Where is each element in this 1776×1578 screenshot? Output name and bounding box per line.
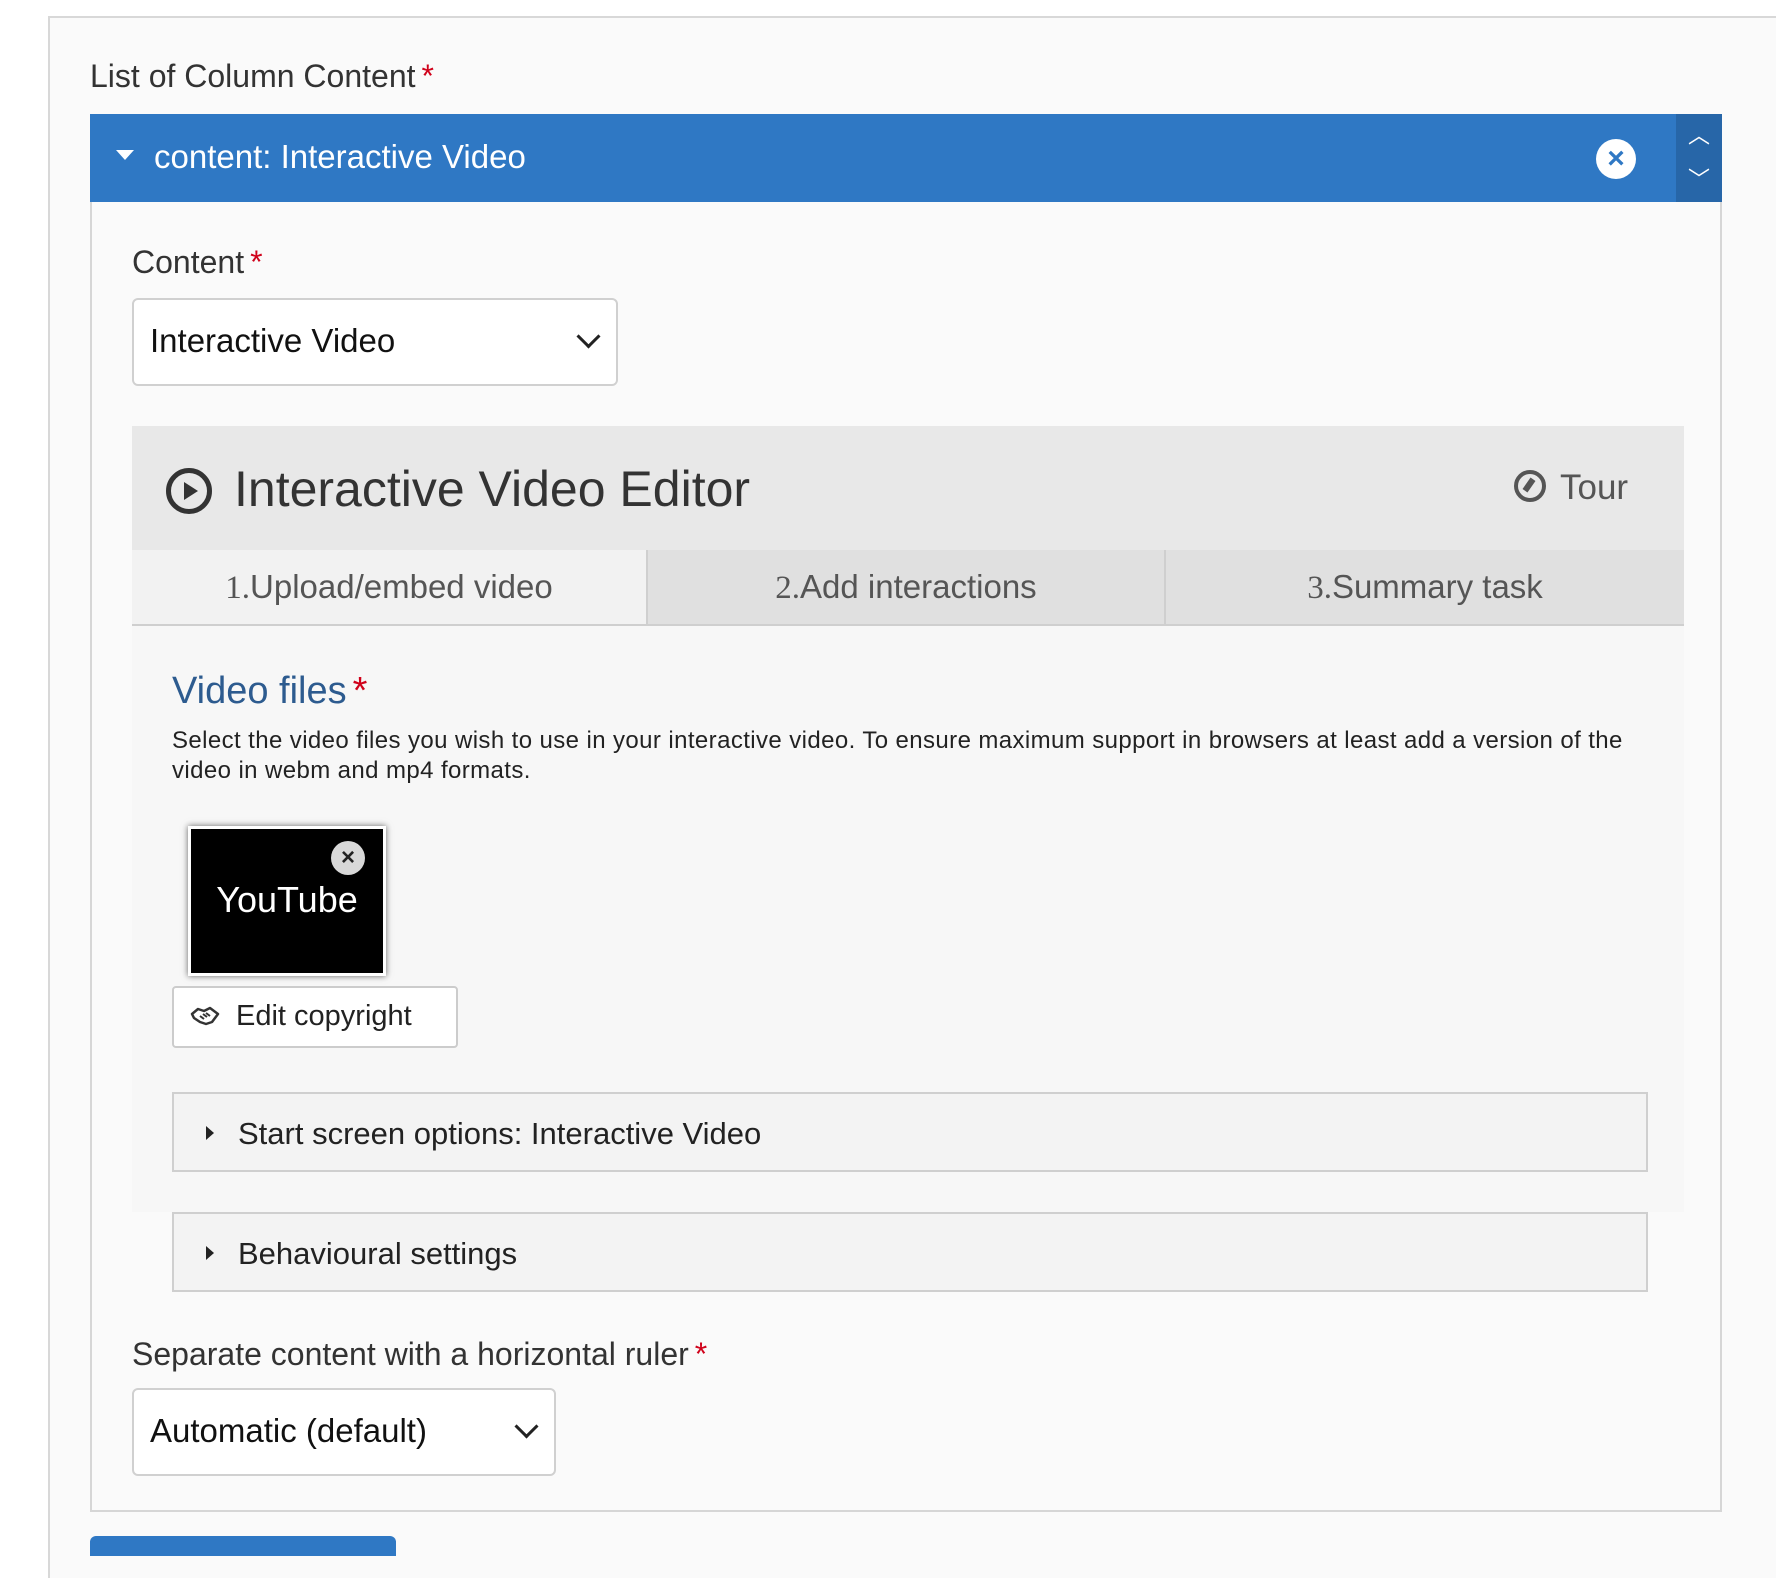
content-field-label: Content * [132,244,263,280]
remove-video-icon[interactable]: × [331,841,365,875]
content-type-value: Interactive Video [150,322,396,359]
tab-upload-embed-video[interactable]: 1.Upload/embed video [132,550,648,624]
tab-add-interactions[interactable]: 2.Add interactions [648,550,1166,624]
behavioural-settings-section[interactable]: Behavioural settings [172,1212,1648,1292]
move-up-icon[interactable]: ︿ [1676,114,1722,158]
edit-copyright-label: Edit copyright [236,1000,412,1032]
caret-right-icon [206,1246,214,1260]
compass-icon [1514,469,1546,502]
tab-summary-task[interactable]: 3.Summary task [1166,550,1684,624]
required-marker: * [352,670,368,712]
video-files-title: Video files * [172,670,368,712]
tour-label: Tour [1560,468,1629,507]
start-screen-options-section[interactable]: Start screen options: Interactive Video [172,1092,1648,1172]
required-marker: * [421,58,434,94]
editor-title: Interactive Video Editor [234,461,751,517]
chevron-down-icon [576,324,601,349]
editor-header: Interactive Video Editor Tour [132,426,1684,550]
play-icon [166,468,212,514]
list-item-title: content: Interactive Video [154,138,526,175]
section-label: Start screen options: Interactive Video [238,1116,762,1151]
separator-value: Automatic (default) [150,1412,427,1449]
add-item-button[interactable] [90,1536,396,1556]
list-label: List of Column Content * [90,58,434,94]
remove-item-icon[interactable]: × [1596,139,1636,179]
video-files-description: Select the video files you wish to use i… [172,727,1623,784]
chevron-down-icon [514,1414,539,1439]
move-down-icon[interactable]: ﹀ [1676,158,1722,202]
list-item-header[interactable]: content: Interactive Video × ︿ ﹀ [90,114,1722,202]
required-marker: * [694,1336,708,1372]
thumbnail-label: YouTube [216,879,358,920]
section-label: Behavioural settings [238,1236,518,1271]
caret-right-icon [206,1126,214,1140]
separator-field-label: Separate content with a horizontal ruler… [132,1336,708,1372]
required-marker: * [250,244,263,280]
editor-tabs: 1.Upload/embed video 2.Add interactions … [132,550,1684,626]
caret-down-icon[interactable] [116,150,134,160]
content-type-select[interactable]: Interactive Video [132,298,618,386]
order-controls: ︿ ﹀ [1676,114,1722,202]
handshake-icon [190,1006,220,1026]
edit-copyright-button[interactable]: Edit copyright [172,986,458,1048]
separator-select[interactable]: Automatic (default) [132,1388,556,1476]
youtube-video-thumbnail[interactable]: × YouTube [188,826,386,976]
tour-button[interactable]: Tour [1514,468,1628,508]
